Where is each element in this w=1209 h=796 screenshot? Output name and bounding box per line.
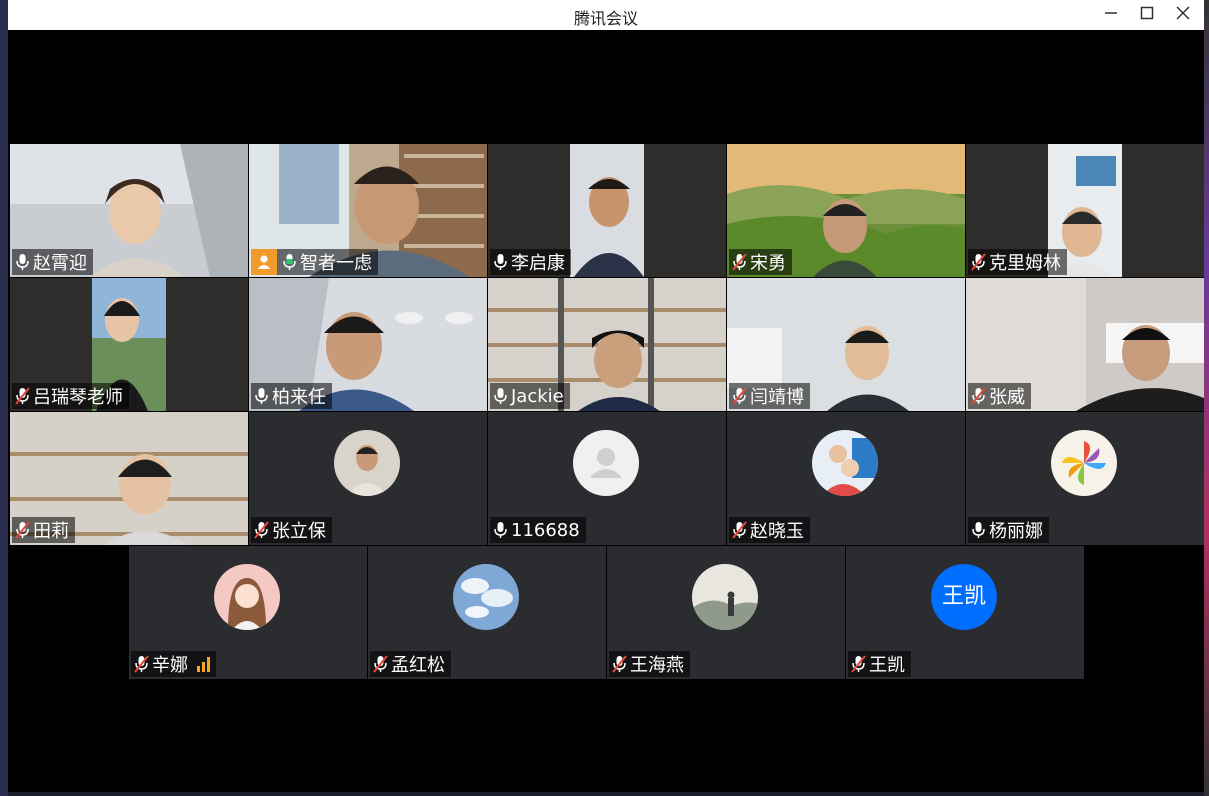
- mic-muted-icon: [732, 387, 747, 405]
- participant-tile[interactable]: 王海燕: [607, 546, 845, 679]
- mic-active-icon: [283, 254, 296, 270]
- mic-muted-icon: [254, 521, 269, 539]
- participant-tile[interactable]: 智者一虑: [249, 144, 487, 277]
- mic-muted-icon: [732, 253, 747, 271]
- signal-weak-icon: [197, 656, 210, 672]
- avatar: [334, 430, 400, 496]
- participant-name: 宋勇: [750, 253, 786, 274]
- participant-tile[interactable]: 田莉: [10, 412, 248, 545]
- participant-label: 辛娜: [131, 651, 216, 677]
- mic-muted-icon: [732, 521, 747, 539]
- participant-label: 李启康: [490, 249, 571, 275]
- avatar-initials: 王凯: [931, 564, 997, 630]
- mic-icon: [16, 254, 29, 270]
- participant-name: 李启康: [511, 253, 565, 274]
- participant-name: 张立保: [272, 521, 326, 542]
- participant-tile[interactable]: 吕瑞琴老师: [10, 278, 248, 411]
- participant-name: 孟红松: [391, 655, 445, 676]
- participant-name: 王凯: [869, 655, 905, 676]
- avatar: [812, 430, 878, 496]
- mic-icon: [494, 254, 507, 270]
- participant-label: 杨丽娜: [968, 517, 1049, 543]
- participant-name: 柏来任: [272, 387, 326, 408]
- participant-tile[interactable]: 李启康: [488, 144, 726, 277]
- participant-label: 王海燕: [609, 651, 690, 677]
- minimize-icon[interactable]: [1100, 4, 1122, 26]
- participant-tile[interactable]: 宋勇: [727, 144, 965, 277]
- participant-label: 王凯: [848, 651, 911, 677]
- avatar: [214, 564, 280, 630]
- participant-label: 张立保: [251, 517, 332, 543]
- mic-muted-icon: [612, 655, 627, 673]
- participant-name: 王海燕: [630, 655, 684, 676]
- participant-tile[interactable]: 张立保: [249, 412, 487, 545]
- participant-label: 柏来任: [251, 383, 332, 409]
- meeting-window: 腾讯会议 赵霄迎 智者一虑 李启康 宋勇 克里姆林 吕瑞琴老师 柏来任 Jack…: [8, 0, 1204, 792]
- participant-tile[interactable]: 克里姆林: [966, 144, 1204, 277]
- mic-muted-icon: [851, 655, 866, 673]
- window-title: 腾讯会议: [573, 9, 638, 28]
- participant-label: 智者一虑: [251, 249, 378, 275]
- participant-name: 吕瑞琴老师: [33, 387, 123, 408]
- participant-name: 辛娜: [152, 655, 188, 676]
- title-bar[interactable]: 腾讯会议: [8, 0, 1204, 30]
- mic-muted-icon: [971, 253, 986, 271]
- participant-name: 116688: [511, 519, 580, 541]
- participant-label: 吕瑞琴老师: [12, 383, 129, 409]
- participant-label: 闫靖博: [729, 383, 810, 409]
- participant-name: 智者一虑: [300, 253, 372, 274]
- participant-tile[interactable]: 赵霄迎: [10, 144, 248, 277]
- mic-icon: [972, 522, 985, 538]
- participant-tile[interactable]: 闫靖博: [727, 278, 965, 411]
- participant-tile[interactable]: 赵晓玉: [727, 412, 965, 545]
- participant-tile[interactable]: Jackie: [488, 278, 726, 411]
- participant-tile[interactable]: 孟红松: [368, 546, 606, 679]
- avatar: [1051, 430, 1117, 496]
- participant-tile[interactable]: 张威: [966, 278, 1204, 411]
- participant-name: 闫靖博: [750, 387, 804, 408]
- participant-grid: 赵霄迎 智者一虑 李启康 宋勇 克里姆林 吕瑞琴老师 柏来任 Jackie 闫靖…: [8, 30, 1204, 792]
- desktop-background-left: [0, 0, 8, 796]
- participant-name: 赵霄迎: [33, 253, 87, 274]
- participant-tile[interactable]: 杨丽娜: [966, 412, 1204, 545]
- participant-name: 杨丽娜: [989, 521, 1043, 542]
- avatar: 王凯: [931, 564, 997, 630]
- participant-tile[interactable]: 116688: [488, 412, 726, 545]
- mic-icon: [494, 388, 507, 404]
- participant-label: 克里姆林: [968, 249, 1067, 275]
- mic-icon: [255, 388, 268, 404]
- mic-muted-icon: [971, 387, 986, 405]
- participant-label: 赵霄迎: [12, 249, 93, 275]
- participant-tile[interactable]: 王凯 王凯: [846, 546, 1084, 679]
- mic-muted-icon: [15, 387, 30, 405]
- participant-name: 张威: [989, 387, 1025, 408]
- participant-label: Jackie: [490, 383, 570, 409]
- desktop-background-right: [1204, 0, 1209, 796]
- participant-label: 116688: [490, 517, 586, 543]
- mic-muted-icon: [15, 521, 30, 539]
- participant-label: 孟红松: [370, 651, 451, 677]
- participant-label: 赵晓玉: [729, 517, 810, 543]
- participant-tile[interactable]: 辛娜: [129, 546, 367, 679]
- participant-name: Jackie: [511, 385, 564, 407]
- close-icon[interactable]: [1172, 4, 1194, 26]
- avatar: [692, 564, 758, 630]
- default-avatar-icon: [573, 430, 639, 496]
- avatar: [453, 564, 519, 630]
- participant-name: 克里姆林: [989, 253, 1061, 274]
- host-icon: [251, 249, 277, 275]
- mic-muted-icon: [134, 655, 149, 673]
- participant-name: 田莉: [33, 521, 69, 542]
- participant-tile[interactable]: 柏来任: [249, 278, 487, 411]
- participant-label: 田莉: [12, 517, 75, 543]
- maximize-icon[interactable]: [1136, 4, 1158, 26]
- mic-icon: [494, 522, 507, 538]
- participant-label: 张威: [968, 383, 1031, 409]
- participant-name: 赵晓玉: [750, 521, 804, 542]
- mic-muted-icon: [373, 655, 388, 673]
- participant-label: 宋勇: [729, 249, 792, 275]
